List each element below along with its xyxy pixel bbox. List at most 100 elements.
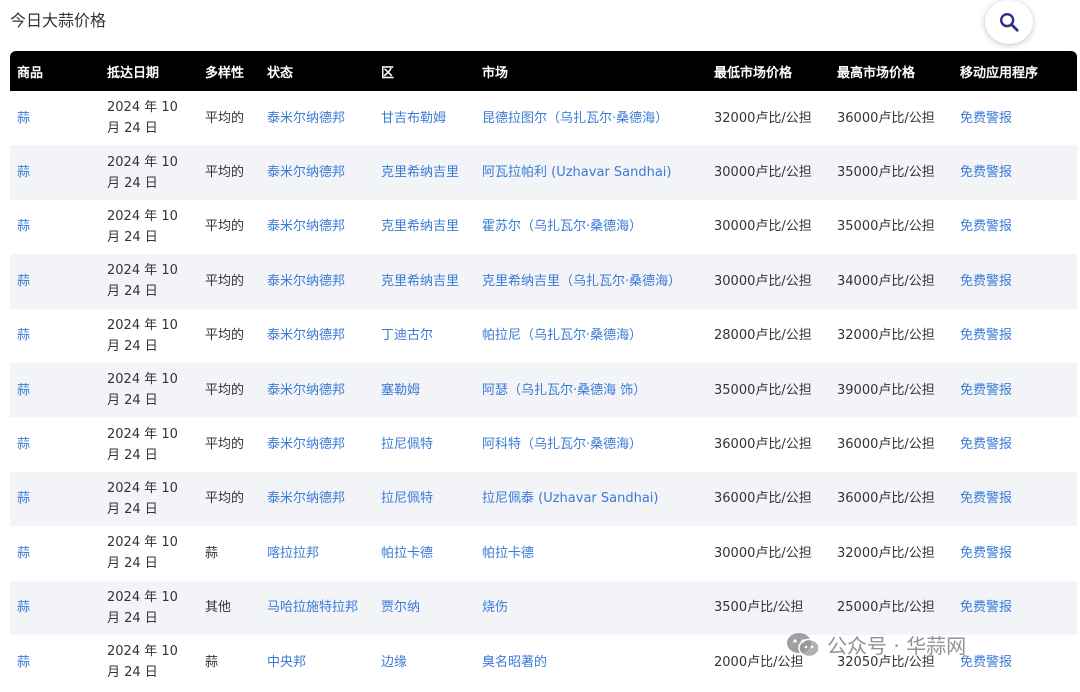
header-min-price[interactable]: 最低市场价格	[707, 51, 830, 91]
cell-arrival-date: 2024 年 10 月 24 日	[107, 480, 178, 517]
cell-market[interactable]: 烧伤	[475, 581, 707, 635]
cell-market[interactable]: 阿科特（乌扎瓦尔·桑德海）	[475, 417, 707, 471]
cell-commodity[interactable]: 蒜	[10, 254, 100, 308]
cell-free-alert[interactable]: 免费警报	[953, 254, 1077, 308]
cell-market[interactable]: 帕拉卡德	[475, 526, 707, 580]
header-max-price[interactable]: 最高市场价格	[830, 51, 953, 91]
cell-free-alert[interactable]: 免费警报	[953, 472, 1077, 526]
header-market[interactable]: 市场	[475, 51, 707, 91]
cell-free-alert[interactable]: 免费警报	[953, 91, 1077, 145]
cell-min-price: 28000卢比/公担	[714, 328, 812, 344]
cell-commodity[interactable]: 蒜	[10, 363, 100, 417]
cell-district[interactable]: 帕拉卡德	[374, 526, 475, 580]
cell-max-price: 34000卢比/公担	[837, 273, 935, 289]
cell-market[interactable]: 臭名昭著的	[475, 635, 707, 689]
cell-commodity[interactable]: 蒜	[10, 145, 100, 199]
cell-arrival-date: 2024 年 10 月 24 日	[107, 426, 178, 463]
cell-commodity[interactable]: 蒜	[10, 91, 100, 145]
header-commodity[interactable]: 商品	[10, 51, 100, 91]
cell-arrival-date: 2024 年 10 月 24 日	[107, 372, 178, 409]
cell-max-price: 36000卢比/公担	[837, 437, 935, 453]
cell-state[interactable]: 泰米尔纳德邦	[260, 309, 374, 363]
cell-free-alert[interactable]: 免费警报	[953, 145, 1077, 199]
cell-free-alert[interactable]: 免费警报	[953, 309, 1077, 363]
cell-variety: 平均的	[205, 491, 245, 507]
cell-state[interactable]: 泰米尔纳德邦	[260, 200, 374, 254]
cell-state[interactable]: 泰米尔纳德邦	[260, 145, 374, 199]
cell-district[interactable]: 塞勒姆	[374, 363, 475, 417]
cell-state[interactable]: 泰米尔纳德邦	[260, 472, 374, 526]
cell-arrival-date: 2024 年 10 月 24 日	[107, 535, 178, 572]
cell-market[interactable]: 霍苏尔（乌扎瓦尔·桑德海）	[475, 200, 707, 254]
cell-min-price: 30000卢比/公担	[714, 165, 812, 181]
cell-free-alert[interactable]: 免费警报	[953, 581, 1077, 635]
table-row: 蒜 2024 年 10 月 24 日 平均的 泰米尔纳德邦 拉尼佩特 阿科特（乌扎瓦尔·桑…	[10, 417, 1077, 471]
cell-min-price: 30000卢比/公担	[714, 545, 812, 561]
header-arrival-date[interactable]: 抵达日期	[100, 51, 198, 91]
cell-commodity[interactable]: 蒜	[10, 309, 100, 363]
cell-state[interactable]: 泰米尔纳德邦	[260, 91, 374, 145]
cell-market[interactable]: 帕拉尼（乌扎瓦尔·桑德海）	[475, 309, 707, 363]
cell-state[interactable]: 马哈拉施特拉邦	[260, 581, 374, 635]
cell-min-price: 36000卢比/公担	[714, 491, 812, 507]
cell-market[interactable]: 克里希纳吉里（乌扎瓦尔·桑德海）	[475, 254, 707, 308]
cell-variety: 平均的	[205, 110, 245, 126]
cell-max-price: 35000卢比/公担	[837, 219, 935, 235]
search-icon	[1000, 13, 1019, 32]
cell-district[interactable]: 拉尼佩特	[374, 417, 475, 471]
cell-max-price: 32000卢比/公担	[837, 328, 935, 344]
table-row: 蒜 2024 年 10 月 24 日 平均的 泰米尔纳德邦 克里希纳吉里 阿瓦拉帕利 (U…	[10, 145, 1077, 200]
cell-free-alert[interactable]: 免费警报	[953, 635, 1077, 689]
cell-min-price: 3500卢比/公担	[714, 600, 804, 616]
cell-state[interactable]: 泰米尔纳德邦	[260, 417, 374, 471]
cell-district[interactable]: 边缘	[374, 635, 475, 689]
cell-max-price: 25000卢比/公担	[837, 600, 935, 616]
cell-free-alert[interactable]: 免费警报	[953, 200, 1077, 254]
cell-free-alert[interactable]: 免费警报	[953, 363, 1077, 417]
table-row: 蒜 2024 年 10 月 24 日 平均的 泰米尔纳德邦 甘吉布勒姆 昆德拉图尔（乌扎瓦…	[10, 91, 1077, 145]
cell-max-price: 36000卢比/公担	[837, 491, 935, 507]
cell-free-alert[interactable]: 免费警报	[953, 526, 1077, 580]
cell-district[interactable]: 贾尔纳	[374, 581, 475, 635]
table-row: 蒜 2024 年 10 月 24 日 平均的 泰米尔纳德邦 克里希纳吉里 霍苏尔（乌扎瓦尔…	[10, 200, 1077, 254]
cell-state[interactable]: 泰米尔纳德邦	[260, 363, 374, 417]
cell-min-price: 32000卢比/公担	[714, 110, 812, 126]
cell-state[interactable]: 喀拉拉邦	[260, 526, 374, 580]
cell-market[interactable]: 阿瑟（乌扎瓦尔·桑德海 饰）	[475, 363, 707, 417]
header-district[interactable]: 区	[374, 51, 475, 91]
search-button[interactable]	[985, 0, 1033, 44]
cell-district[interactable]: 丁迪古尔	[374, 309, 475, 363]
cell-market[interactable]: 昆德拉图尔（乌扎瓦尔·桑德海）	[475, 91, 707, 145]
page-title: 今日大蒜价格	[10, 11, 107, 30]
cell-market[interactable]: 阿瓦拉帕利 (Uzhavar Sandhai)	[475, 145, 707, 199]
cell-state[interactable]: 中央邦	[260, 635, 374, 689]
cell-variety: 平均的	[205, 165, 245, 181]
cell-district[interactable]: 克里希纳吉里	[374, 145, 475, 199]
cell-state[interactable]: 泰米尔纳德邦	[260, 254, 374, 308]
cell-commodity[interactable]: 蒜	[10, 417, 100, 471]
cell-min-price: 36000卢比/公担	[714, 437, 812, 453]
cell-district[interactable]: 拉尼佩特	[374, 472, 475, 526]
cell-arrival-date: 2024 年 10 月 24 日	[107, 154, 178, 191]
cell-arrival-date: 2024 年 10 月 24 日	[107, 100, 178, 137]
cell-commodity[interactable]: 蒜	[10, 526, 100, 580]
header-state[interactable]: 状态	[260, 51, 374, 91]
cell-arrival-date: 2024 年 10 月 24 日	[107, 263, 178, 300]
cell-commodity[interactable]: 蒜	[10, 200, 100, 254]
cell-max-price: 35000卢比/公担	[837, 165, 935, 181]
cell-commodity[interactable]: 蒜	[10, 581, 100, 635]
cell-district[interactable]: 甘吉布勒姆	[374, 91, 475, 145]
cell-min-price: 30000卢比/公担	[714, 273, 812, 289]
cell-variety: 蒜	[205, 545, 219, 561]
header-mobile-app[interactable]: 移动应用程序	[953, 51, 1077, 91]
cell-commodity[interactable]: 蒜	[10, 472, 100, 526]
cell-free-alert[interactable]: 免费警报	[953, 417, 1077, 471]
header-variety[interactable]: 多样性	[198, 51, 260, 91]
cell-district[interactable]: 克里希纳吉里	[374, 254, 475, 308]
cell-district[interactable]: 克里希纳吉里	[374, 200, 475, 254]
cell-arrival-date: 2024 年 10 月 24 日	[107, 208, 178, 245]
cell-variety: 平均的	[205, 437, 245, 453]
cell-market[interactable]: 拉尼佩泰 (Uzhavar Sandhai)	[475, 472, 707, 526]
cell-commodity[interactable]: 蒜	[10, 635, 100, 689]
price-table: 商品 抵达日期 多样性 状态 区 市场 最低市场价格 最高市场价格 移动应用程序…	[10, 51, 1077, 689]
